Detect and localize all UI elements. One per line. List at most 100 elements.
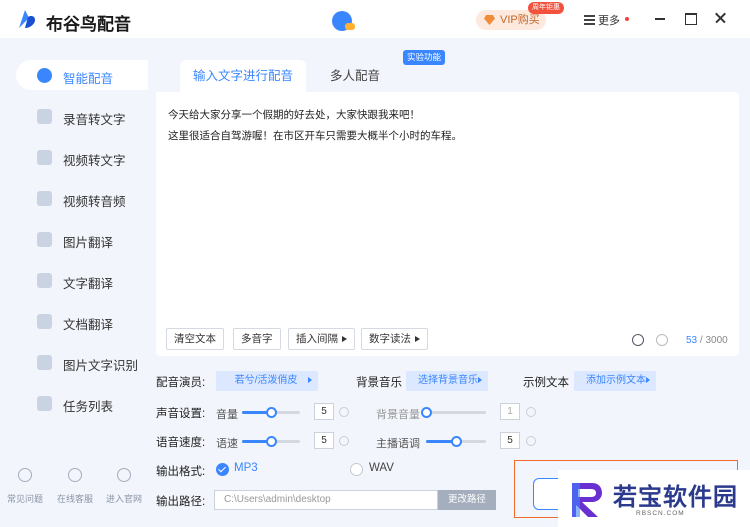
bg-volume-label: 背景音量: [376, 409, 420, 421]
doc-translate-icon: [37, 314, 52, 329]
bird-icon: [117, 468, 131, 482]
sidebar-item-recording-to-text[interactable]: 录音转文字: [16, 101, 148, 131]
ocr-icon: [37, 355, 52, 370]
volume-slider[interactable]: [242, 407, 300, 418]
rate-label: 语速: [216, 438, 238, 450]
user-avatar[interactable]: [332, 11, 355, 31]
sidebar-item-image-translate[interactable]: 图片翻译: [16, 224, 148, 254]
wav-radio[interactable]: [350, 463, 363, 476]
output-format-label: 输出格式:: [156, 466, 206, 478]
editor-content[interactable]: 今天给大家分享一个假期的好去处，大家快跟我来吧！ 这里很适合自驾游喔！在市区开车…: [168, 105, 718, 147]
support-label: 在线客服: [56, 494, 93, 504]
sidebar-item-ocr[interactable]: 图片文字识别: [16, 347, 148, 377]
image-translate-icon: [37, 232, 52, 247]
caret-right-icon: [342, 336, 347, 342]
sidebar-item-label: 文档翻译: [63, 318, 114, 332]
bgm-value: 选择背景音乐: [418, 375, 478, 386]
sidebar-item-label: 智能配音: [63, 72, 114, 86]
diamond-icon: [484, 15, 495, 25]
watermark-url: RBSCN.COM: [636, 510, 685, 517]
faq-link[interactable]: 常见问题: [2, 468, 48, 505]
more-button[interactable]: 更多: [584, 12, 620, 28]
sidebar-item-task-list[interactable]: 任务列表: [16, 388, 148, 418]
sidebar-item-label: 视频转文字: [63, 154, 126, 168]
watermark: 若宝软件园 RBSCN.COM: [558, 470, 750, 527]
recording-icon: [37, 109, 52, 124]
sidebar-item-label: 录音转文字: [63, 113, 126, 127]
editor-line: 这里很适合自驾游喔！在市区开车只需要大概半个小时的车程。: [168, 130, 462, 142]
insert-pause-button[interactable]: 插入间隔: [288, 328, 355, 350]
char-counter: 53 / 3000: [686, 335, 728, 346]
sidebar-item-doc-translate[interactable]: 文档翻译: [16, 306, 148, 336]
rate-value[interactable]: 5: [314, 432, 334, 449]
change-path-button[interactable]: 更改路径: [438, 490, 496, 510]
number-reading-label: 数字读法: [369, 333, 411, 345]
online-support-link[interactable]: 在线客服: [52, 468, 98, 505]
rate-slider[interactable]: [242, 436, 300, 447]
clear-text-button[interactable]: 清空文本: [166, 328, 224, 350]
editor-line: 今天给大家分享一个假期的好去处，大家快跟我来吧！: [168, 109, 420, 121]
reset-icon[interactable]: [526, 436, 536, 446]
minimize-icon[interactable]: [653, 11, 667, 25]
caret-right-icon: [308, 377, 312, 383]
voice-actor-label: 配音演员:: [156, 377, 206, 389]
sidebar-item-video-to-audio[interactable]: 视频转音频: [16, 183, 148, 213]
app-title: 布谷鸟配音: [46, 15, 131, 34]
clear-text-label: 清空文本: [174, 333, 216, 345]
close-icon[interactable]: [713, 11, 727, 25]
bg-volume-slider[interactable]: [421, 407, 486, 418]
vip-label: VIP购买: [500, 14, 540, 26]
tab-text-dubbing[interactable]: 输入文字进行配音: [180, 60, 306, 92]
wav-label[interactable]: WAV: [369, 462, 394, 474]
sidebar-item-label: 任务列表: [63, 400, 114, 414]
sidebar-item-label: 图片翻译: [63, 236, 114, 250]
app-logo-icon: [19, 10, 35, 28]
bg-volume-value[interactable]: 1: [500, 403, 520, 420]
voice-actor-value: 若兮/活泼俏皮: [234, 375, 298, 386]
sample-text-value: 添加示例文本: [586, 375, 646, 386]
titlebar: 布谷鸟配音 VIP购买 周年钜惠 更多: [0, 0, 750, 38]
mp3-radio[interactable]: [216, 463, 229, 476]
main-panel: 输入文字进行配音 多人配音 实验功能 今天给大家分享一个假期的好去处，大家快跟我…: [150, 38, 750, 527]
reset-icon[interactable]: [339, 436, 349, 446]
maximize-icon[interactable]: [683, 11, 697, 25]
volume-slider-knob[interactable]: [266, 407, 277, 418]
watermark-logo-icon: [572, 483, 602, 517]
sidebar: 智能配音 录音转文字 视频转文字 视频转音频 图片翻译 文字翻译 文档翻译 图片…: [0, 38, 150, 527]
sidebar-item-label: 文字翻译: [63, 277, 114, 291]
rate-slider-knob[interactable]: [266, 436, 277, 447]
bgm-select[interactable]: 选择背景音乐: [406, 371, 488, 391]
sidebar-item-label: 视频转音频: [63, 195, 126, 209]
voice-actor-select[interactable]: 若兮/活泼俏皮: [216, 371, 318, 391]
tone-slider-knob[interactable]: [451, 436, 462, 447]
number-reading-button[interactable]: 数字读法: [361, 328, 428, 350]
char-count-current: 53: [686, 335, 698, 346]
microphone-icon: [37, 68, 52, 83]
text-editor[interactable]: 今天给大家分享一个假期的好去处，大家快跟我来吧！ 这里很适合自驾游喔！在市区开车…: [156, 92, 739, 356]
sidebar-item-smart-dubbing[interactable]: 智能配音: [16, 60, 148, 90]
video-audio-icon: [37, 191, 52, 206]
mp3-label[interactable]: MP3: [234, 462, 258, 474]
tab-multi-voice[interactable]: 多人配音: [330, 60, 380, 92]
caret-right-icon: [646, 377, 650, 383]
polyphone-button[interactable]: 多音字: [233, 328, 281, 350]
volume-value[interactable]: 5: [314, 403, 334, 420]
watermark-text: 若宝软件园: [613, 484, 738, 511]
output-path-input[interactable]: C:\Users\admin\desktop: [214, 490, 438, 510]
experimental-badge: 实验功能: [403, 50, 446, 65]
reset-icon[interactable]: [526, 407, 536, 417]
sidebar-item-label: 图片文字识别: [63, 359, 139, 373]
bg-volume-slider-knob[interactable]: [421, 407, 432, 418]
sidebar-item-video-to-text[interactable]: 视频转文字: [16, 142, 148, 172]
sample-text-select[interactable]: 添加示例文本: [574, 371, 656, 391]
website-link[interactable]: 进入官网: [101, 468, 147, 505]
tone-value[interactable]: 5: [500, 432, 520, 449]
redo-icon[interactable]: [656, 334, 668, 346]
tone-slider[interactable]: [426, 436, 486, 447]
caret-right-icon: [478, 377, 482, 383]
undo-icon[interactable]: [632, 334, 644, 346]
speech-speed-label: 语音速度:: [156, 437, 206, 449]
sound-settings-label: 声音设置:: [156, 408, 206, 420]
reset-icon[interactable]: [339, 407, 349, 417]
sidebar-item-text-translate[interactable]: 文字翻译: [16, 265, 148, 295]
